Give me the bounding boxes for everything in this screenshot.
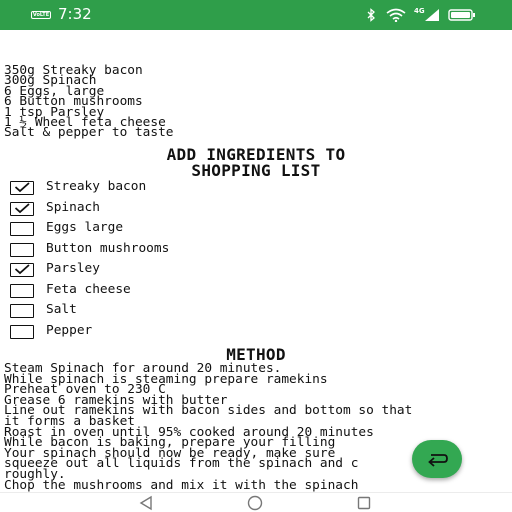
shopping-item-feta-cheese[interactable]: Feta cheese (10, 281, 310, 301)
checkbox-label: Eggs large (46, 220, 124, 235)
navigation-bar (0, 492, 512, 512)
status-bar: VoLTE 7:32 4G (0, 0, 512, 30)
recipe-content[interactable]: 350g Streaky bacon 300g Spinach 6 Eggs, … (0, 30, 512, 492)
checkbox[interactable] (10, 242, 34, 257)
shopping-item-eggs-large[interactable]: Eggs large (10, 219, 310, 239)
return-button[interactable] (412, 440, 462, 478)
checkbox-label: Salt (46, 302, 77, 317)
method-line: Chop the mushrooms and mix it with the s… (4, 477, 359, 492)
checkbox[interactable] (10, 324, 34, 339)
back-triangle-icon[interactable] (138, 495, 154, 511)
checkbox-label: Streaky bacon (46, 179, 147, 194)
checkbox[interactable] (10, 201, 34, 216)
checkmark-icon (14, 182, 30, 193)
checkbox-label: Button mushrooms (46, 240, 170, 256)
checkbox[interactable] (10, 263, 34, 277)
shopping-item-streaky-bacon[interactable]: Streaky bacon (10, 178, 310, 198)
checkbox-label: Parsley (46, 261, 100, 276)
checkbox-label: Spinach (46, 199, 100, 215)
battery-icon (448, 9, 475, 21)
ingredient-list: 350g Streaky bacon 300g Spinach 6 Eggs, … (4, 64, 174, 141)
checkbox[interactable] (10, 304, 34, 318)
shopping-item-salt[interactable]: Salt (10, 301, 310, 321)
checkmark-icon (14, 264, 30, 275)
ingredient-line: Salt & pepper to taste (4, 125, 174, 141)
volte-indicator: VoLTE (31, 11, 51, 19)
shopping-item-spinach[interactable]: Spinach (10, 199, 310, 219)
home-circle-icon[interactable] (246, 495, 264, 511)
method-steps: Steam Spinach for around 20 minutes. Whi… (4, 362, 412, 492)
checkbox-label: Feta cheese (46, 281, 131, 297)
signal-icon (425, 9, 439, 21)
return-arrow-icon (428, 454, 448, 467)
shopping-item-parsley[interactable]: Parsley (10, 260, 310, 280)
recents-square-icon[interactable] (356, 495, 372, 511)
bluetooth-icon (367, 8, 375, 22)
checkmark-icon (14, 202, 30, 213)
checkbox[interactable] (10, 222, 34, 236)
shopping-item-pepper[interactable]: Pepper (10, 322, 310, 342)
status-time: 7:32 (58, 5, 92, 23)
checkbox[interactable] (10, 283, 34, 298)
checkbox-label: Pepper (46, 322, 93, 338)
wifi-icon (386, 8, 406, 22)
shopping-item-button-mushrooms[interactable]: Button mushrooms (10, 240, 310, 260)
checkbox[interactable] (10, 181, 34, 195)
